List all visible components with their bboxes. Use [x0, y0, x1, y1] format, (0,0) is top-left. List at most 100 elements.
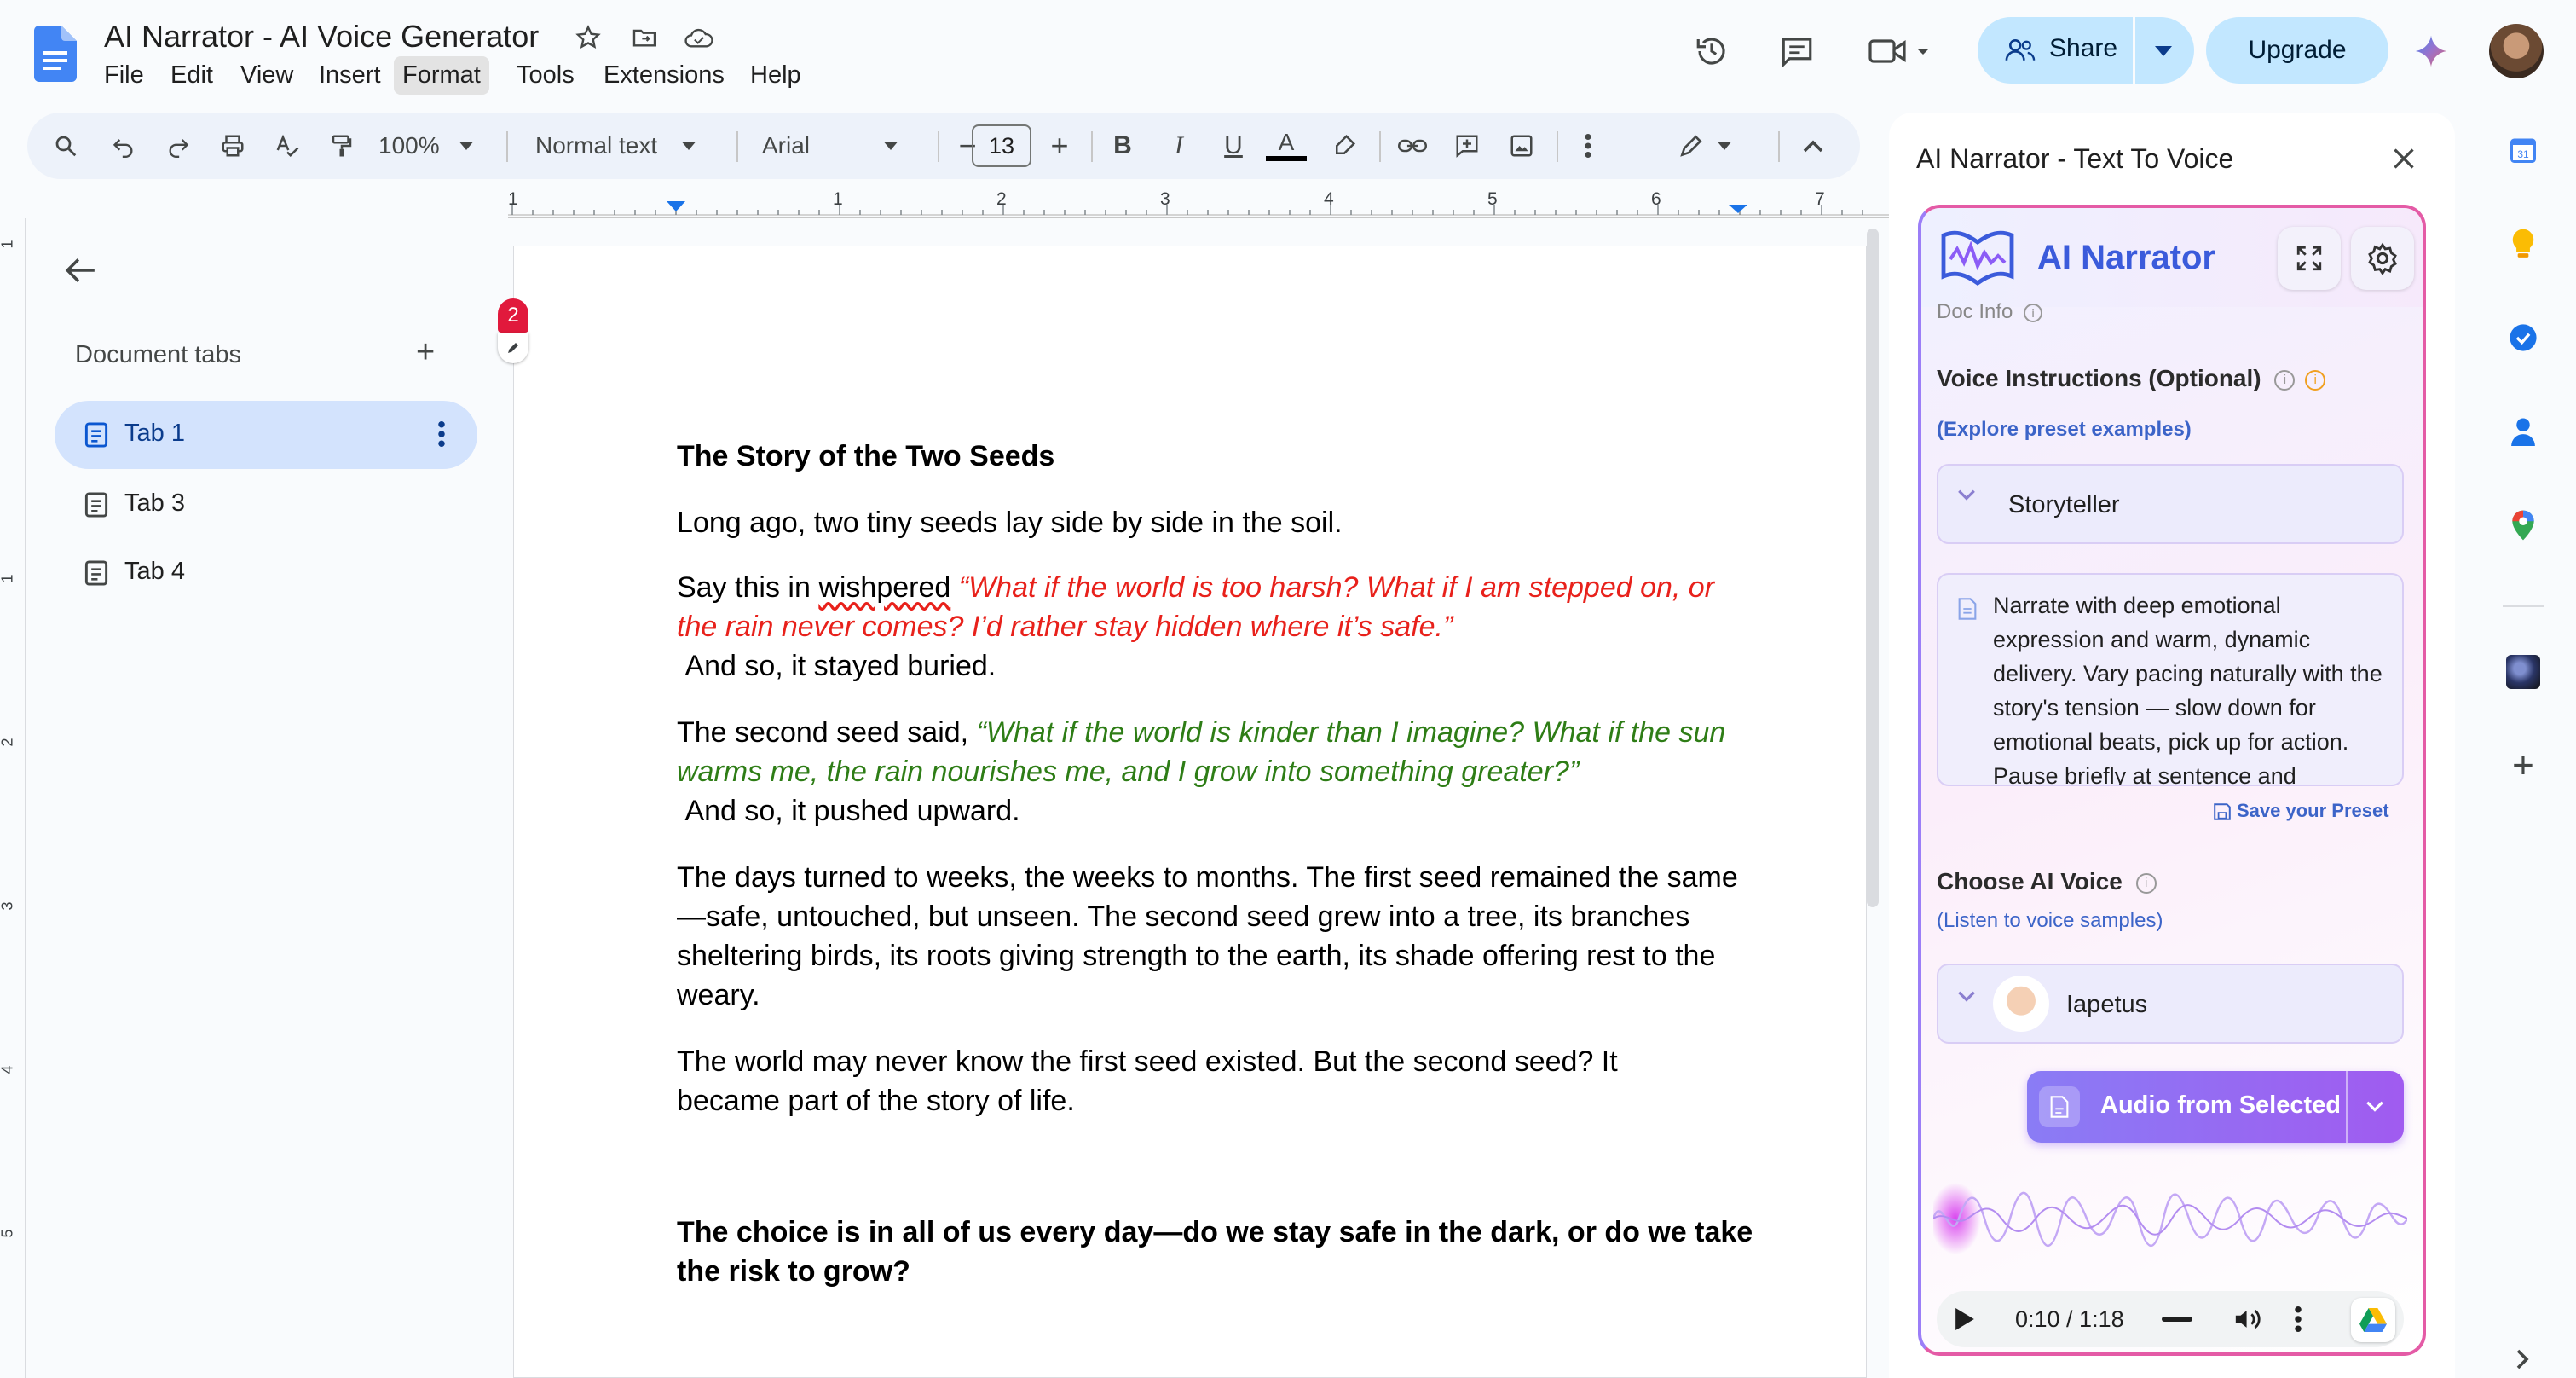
collapse-menus-icon[interactable]	[1792, 113, 1834, 179]
info-icon[interactable]: i	[2274, 369, 2296, 391]
menu-extensions[interactable]: Extensions	[604, 61, 725, 90]
page-scrollbar[interactable]	[1867, 229, 1879, 907]
ai-narrator-addon: AI Narrator Doc Info i Voice Instruction…	[1918, 205, 2426, 1356]
menu-view[interactable]: View	[240, 61, 293, 90]
paragraph[interactable]: Say this in wishpered “What if the world…	[677, 568, 1759, 686]
maps-icon[interactable]	[2498, 500, 2549, 551]
progress-slider[interactable]	[2162, 1317, 2192, 1322]
listen-samples-link[interactable]: (Listen to voice samples)	[1937, 909, 2163, 933]
highlight-color-icon[interactable]	[1323, 113, 1366, 179]
save-preset-link[interactable]: Save your Preset	[2213, 800, 2389, 822]
explore-presets-link[interactable]: (Explore preset examples)	[1937, 418, 2192, 442]
document-title[interactable]: AI Narrator - AI Voice Generator	[104, 19, 539, 55]
warning-info-icon[interactable]: i	[2305, 369, 2326, 391]
back-arrow-icon[interactable]	[60, 249, 102, 292]
voice-select[interactable]: Iapetus	[1937, 964, 2404, 1044]
insert-link-icon[interactable]	[1391, 113, 1434, 179]
font-family-value: Arial	[762, 132, 811, 159]
doc-info-label[interactable]: Doc Info i	[1937, 300, 2043, 324]
editing-mode-icon[interactable]	[1664, 113, 1746, 179]
share-button[interactable]: Share	[1978, 17, 2194, 84]
comments-icon[interactable]	[1778, 32, 1816, 70]
add-tab-button[interactable]: +	[416, 334, 435, 371]
expand-panel-icon[interactable]	[2506, 1342, 2540, 1376]
paragraph[interactable]: The second seed said, “What if the world…	[677, 713, 1759, 831]
contacts-icon[interactable]	[2498, 406, 2549, 457]
ruler-label: 6	[1651, 189, 1661, 209]
spellcheck-icon[interactable]	[266, 113, 309, 179]
paragraph[interactable]: The days turned to weeks, the weeks to m…	[677, 858, 1759, 1015]
misspelled-word[interactable]: wishpered	[818, 571, 950, 604]
cloud-saved-icon[interactable]	[682, 22, 716, 53]
paragraph-style-select[interactable]: Normal text	[535, 113, 714, 179]
document-tabs-title: Document tabs	[75, 341, 242, 368]
volume-icon[interactable]	[2233, 1306, 2262, 1332]
horizontal-ruler[interactable]: 1 1 2 3 4 5 6 7	[508, 189, 1891, 218]
paint-format-icon[interactable]	[321, 113, 363, 179]
italic-icon[interactable]: I	[1158, 113, 1200, 179]
font-size-input[interactable]: 13	[972, 124, 1031, 167]
vruler-label: 1	[0, 574, 16, 583]
menu-format[interactable]: Format	[394, 56, 489, 95]
side-panel-title: AI Narrator - Text To Voice	[1916, 143, 2234, 174]
menu-edit[interactable]: Edit	[170, 61, 213, 90]
close-icon[interactable]	[2385, 140, 2423, 177]
tasks-icon[interactable]	[2498, 312, 2549, 363]
google-drive-icon[interactable]	[2351, 1298, 2395, 1342]
tab-3[interactable]: Tab 3	[55, 471, 477, 539]
font-family-select[interactable]: Arial	[762, 113, 924, 179]
underline-icon[interactable]: U	[1212, 113, 1255, 179]
ai-narrator-addon-icon[interactable]	[2498, 646, 2549, 698]
paragraph[interactable]: Long ago, two tiny seeds lay side by sid…	[677, 503, 1343, 542]
search-menus-icon[interactable]	[44, 113, 87, 179]
gemini-icon[interactable]	[2412, 32, 2450, 70]
increase-font-size-button[interactable]: +	[1038, 113, 1081, 179]
vertical-ruler[interactable]: 1 1 2 3 4 5	[0, 218, 26, 1378]
document-heading[interactable]: The Story of the Two Seeds	[677, 437, 1054, 476]
player-more-icon[interactable]	[2295, 1306, 2302, 1332]
play-icon[interactable]	[1955, 1308, 1974, 1330]
add-comment-icon[interactable]	[1446, 113, 1488, 179]
menu-help[interactable]: Help	[750, 61, 801, 90]
paragraph[interactable]: The world may never know the first seed …	[677, 1042, 1708, 1120]
chevron-down-icon[interactable]	[2356, 1093, 2394, 1120]
calendar-icon[interactable]: 31	[2498, 124, 2549, 176]
settings-gear-icon[interactable]	[2351, 227, 2414, 290]
fullscreen-icon[interactable]	[2278, 227, 2341, 290]
tab-1[interactable]: Tab 1	[55, 401, 477, 469]
print-icon[interactable]	[211, 113, 254, 179]
preset-select[interactable]: Storyteller	[1937, 464, 2404, 544]
tab-options-icon[interactable]	[438, 421, 445, 447]
upgrade-button[interactable]: Upgrade	[2206, 17, 2388, 84]
chevron-down-icon	[883, 142, 898, 150]
more-options-icon[interactable]	[1567, 113, 1609, 179]
tab-4[interactable]: Tab 4	[55, 539, 477, 607]
menu-insert[interactable]: Insert	[319, 61, 381, 90]
redo-icon[interactable]	[157, 113, 199, 179]
zoom-select[interactable]: 100%	[378, 113, 489, 179]
suggest-edit-icon	[498, 333, 528, 363]
keep-icon[interactable]	[2498, 218, 2549, 269]
comment-badge[interactable]: 2	[498, 298, 528, 368]
menu-file[interactable]: File	[104, 61, 144, 90]
docs-logo-icon[interactable]	[34, 26, 77, 82]
instructions-textarea[interactable]: Narrate with deep emotional expression a…	[1937, 573, 2404, 786]
vruler-label: 4	[0, 1065, 16, 1074]
version-history-icon[interactable]	[1693, 32, 1730, 70]
move-folder-icon[interactable]	[629, 22, 660, 53]
audio-from-selected-button[interactable]: Audio from Selected	[2027, 1071, 2404, 1143]
undo-icon[interactable]	[102, 113, 145, 179]
avatar[interactable]	[2489, 24, 2544, 78]
bold-icon[interactable]: B	[1101, 113, 1144, 179]
audio-player: 0:10 / 1:18	[1937, 1291, 2404, 1347]
ai-narrator-logo-icon	[1935, 222, 2020, 290]
meet-video-icon[interactable]	[1867, 32, 1935, 70]
insert-image-icon[interactable]	[1500, 113, 1543, 179]
get-addons-icon[interactable]: +	[2498, 740, 2549, 791]
share-dropdown-icon[interactable]	[2145, 34, 2182, 68]
info-icon[interactable]: i	[2135, 872, 2157, 894]
menu-tools[interactable]: Tools	[517, 61, 575, 90]
paragraph[interactable]: The choice is in all of us every day—do …	[677, 1213, 1759, 1291]
text-color-icon[interactable]: A	[1263, 113, 1309, 179]
star-icon[interactable]	[573, 22, 604, 53]
